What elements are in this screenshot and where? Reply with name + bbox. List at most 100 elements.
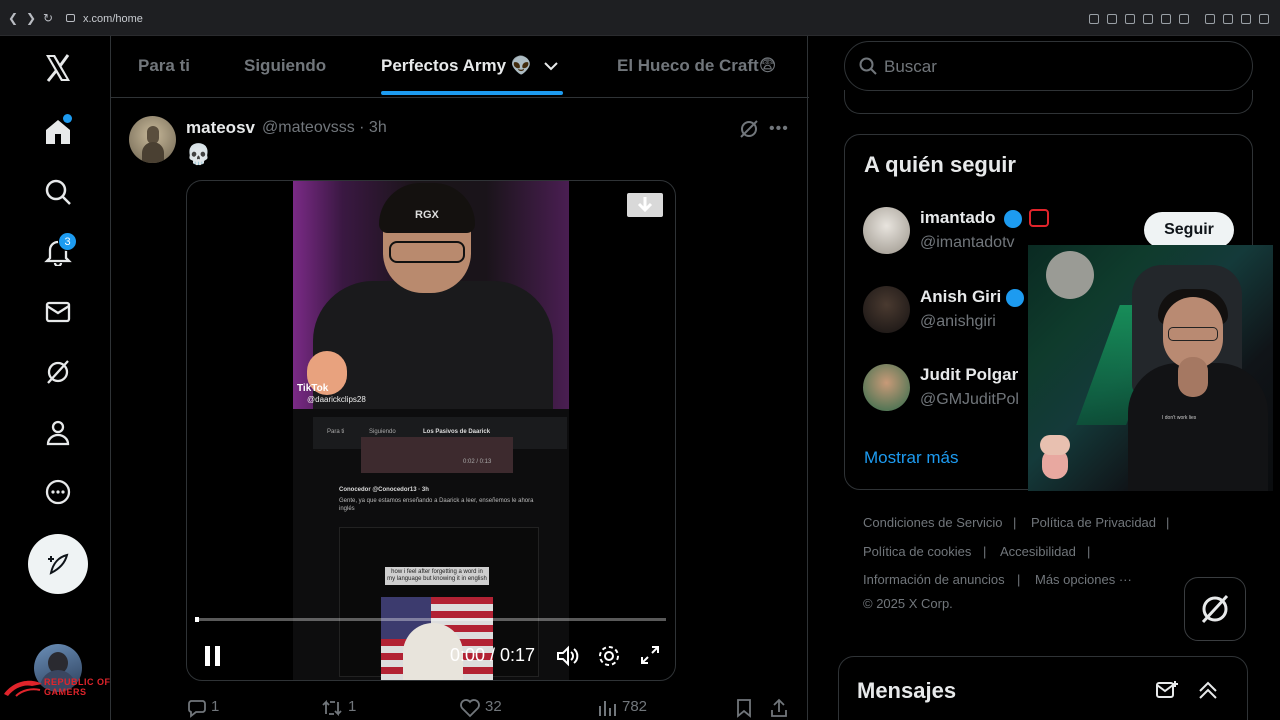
video-frame: RGX Para ti Siguiendo Los Pasivos de Daa… bbox=[293, 181, 569, 680]
messages-icon[interactable] bbox=[40, 294, 76, 330]
pin-icon[interactable] bbox=[1107, 14, 1117, 24]
tab-perfectos-army[interactable]: Perfectos Army 👽 bbox=[381, 56, 532, 76]
show-more-link[interactable]: Mostrar más bbox=[864, 448, 958, 468]
lock-icon bbox=[66, 14, 75, 22]
video-time: 0:00 / 0:17 bbox=[450, 645, 536, 665]
rog-watermark: REPUBLIC OF GAMERS bbox=[44, 677, 111, 697]
compose-post-button[interactable] bbox=[28, 534, 88, 594]
follow-button[interactable]: Seguir bbox=[1144, 212, 1234, 248]
more-icon[interactable] bbox=[40, 474, 76, 510]
volume-icon[interactable] bbox=[555, 644, 579, 668]
post-text: 💀 bbox=[186, 144, 211, 166]
download-icon[interactable] bbox=[1241, 14, 1251, 24]
shirt-text: I don't work lies bbox=[1162, 415, 1197, 421]
user-name-anish-giri[interactable]: Anish Giri bbox=[920, 287, 1001, 307]
notifications-badge: 3 bbox=[58, 232, 77, 251]
grok-icon bbox=[1201, 594, 1229, 624]
shield-icon[interactable] bbox=[1143, 14, 1153, 24]
footer-link-privacy[interactable]: Política de Privacidad bbox=[1031, 515, 1156, 530]
chevron-down-icon[interactable] bbox=[543, 58, 559, 74]
more-options-icon[interactable]: ••• bbox=[769, 120, 789, 138]
x-logo-icon[interactable] bbox=[40, 50, 76, 86]
feather-icon bbox=[48, 553, 69, 575]
grok-icon[interactable] bbox=[40, 354, 76, 390]
like-count: 32 bbox=[485, 698, 502, 715]
mini-video: 0:02 / 0:13 bbox=[361, 437, 513, 473]
post-author-handle[interactable]: @mateovsss · 3h bbox=[262, 119, 387, 137]
copyright: © 2025 X Corp. bbox=[863, 596, 953, 611]
microphone-image bbox=[1046, 251, 1094, 299]
expand-up-icon[interactable] bbox=[1197, 679, 1219, 701]
reload-icon[interactable]: ↻ bbox=[43, 11, 53, 25]
pause-icon[interactable] bbox=[204, 645, 222, 667]
new-message-icon[interactable] bbox=[1155, 679, 1179, 701]
profile-icon[interactable] bbox=[40, 414, 76, 450]
grok-floating-button[interactable] bbox=[1184, 577, 1246, 641]
view-count: 782 bbox=[622, 698, 648, 715]
home-icon[interactable] bbox=[40, 114, 76, 150]
video-progress-handle[interactable] bbox=[195, 617, 199, 622]
user-name-imantado[interactable]: imantado bbox=[920, 208, 996, 228]
search-input[interactable]: Buscar bbox=[884, 57, 937, 77]
main-timeline: Para ti Siguiendo Perfectos Army 👽 El Hu… bbox=[110, 36, 809, 720]
messages-title: Mensajes bbox=[857, 678, 957, 703]
settings-gear-icon[interactable] bbox=[597, 644, 621, 668]
explore-icon[interactable] bbox=[40, 174, 76, 210]
address-bar[interactable]: x.com/home bbox=[83, 13, 143, 25]
repost-icon[interactable] bbox=[321, 698, 343, 718]
who-to-follow-title: A quién seguir bbox=[864, 152, 1016, 177]
post-video[interactable]: RGX Para ti Siguiendo Los Pasivos de Daa… bbox=[186, 180, 676, 681]
user-avatar-anish-giri[interactable] bbox=[863, 286, 910, 333]
webcam-overlay: I don't work lies bbox=[1028, 245, 1273, 491]
share-icon[interactable] bbox=[1223, 14, 1233, 24]
tab-el-hueco-de-craft[interactable]: El Hueco de Craft😨 bbox=[617, 56, 776, 76]
browser-toolbar: ❮ ❯ ↻ x.com/home bbox=[0, 0, 1280, 36]
footer-link-accessibility[interactable]: Accesibilidad bbox=[1000, 544, 1076, 559]
heart-icon[interactable] bbox=[1179, 14, 1189, 24]
user-handle-imantado[interactable]: @imantadotv bbox=[920, 234, 1015, 252]
search-box[interactable]: Buscar bbox=[844, 41, 1253, 91]
user-handle-judit-polgar[interactable]: @GMJuditPol bbox=[920, 391, 1019, 409]
user-handle-anish-giri[interactable]: @anishgiri bbox=[920, 313, 996, 331]
reply-icon[interactable] bbox=[187, 698, 207, 718]
search-icon bbox=[859, 57, 877, 75]
messages-drawer[interactable]: Mensajes bbox=[838, 656, 1248, 720]
home-dot bbox=[63, 114, 72, 123]
user-avatar-imantado[interactable] bbox=[863, 207, 910, 254]
post-author-avatar[interactable] bbox=[129, 116, 176, 163]
play-icon[interactable] bbox=[1161, 14, 1171, 24]
sticker-character-icon bbox=[1036, 435, 1076, 485]
repost-count: 1 bbox=[348, 698, 357, 715]
download-video-icon[interactable] bbox=[627, 193, 663, 217]
extensions-icon[interactable] bbox=[1205, 14, 1215, 24]
footer-link-ads-info[interactable]: Información de anuncios bbox=[863, 572, 1005, 587]
user-name-judit-polgar[interactable]: Judit Polgar bbox=[920, 365, 1018, 385]
views-chart-icon[interactable] bbox=[597, 698, 617, 718]
like-heart-icon[interactable] bbox=[459, 698, 481, 718]
headphone-brand: RGX bbox=[415, 209, 439, 221]
video-progress-bar[interactable] bbox=[196, 618, 666, 621]
tiktok-user: @daarickclips28 bbox=[307, 395, 366, 404]
trends-card-edge bbox=[844, 90, 1253, 114]
post-author-name[interactable]: mateosv bbox=[186, 118, 255, 138]
back-icon[interactable]: ❮ bbox=[8, 11, 18, 25]
bookmark-icon[interactable] bbox=[735, 698, 753, 718]
tab-siguiendo[interactable]: Siguiendo bbox=[244, 56, 326, 76]
fullscreen-icon[interactable] bbox=[639, 644, 661, 666]
grok-icon[interactable] bbox=[738, 118, 760, 140]
left-navigation: 3 bbox=[0, 36, 110, 720]
footer-link-more-options[interactable]: Más opciones ··· bbox=[1035, 572, 1132, 587]
menu-icon[interactable] bbox=[1259, 14, 1269, 24]
tab-para-ti[interactable]: Para ti bbox=[138, 56, 190, 76]
bookmark-icon[interactable] bbox=[1125, 14, 1135, 24]
timeline-tabs: Para ti Siguiendo Perfectos Army 👽 El Hu… bbox=[111, 36, 809, 98]
user-avatar-judit-polgar[interactable] bbox=[863, 364, 910, 411]
tiktok-label: TikTok bbox=[297, 383, 329, 394]
reply-count: 1 bbox=[211, 698, 220, 715]
footer-link-terms[interactable]: Condiciones de Servicio bbox=[863, 515, 1002, 530]
footer-link-cookies[interactable]: Política de cookies bbox=[863, 544, 971, 559]
zoom-icon[interactable] bbox=[1089, 14, 1099, 24]
share-icon[interactable] bbox=[769, 698, 789, 718]
forward-icon[interactable]: ❯ bbox=[26, 11, 36, 25]
active-tab-indicator bbox=[381, 91, 563, 95]
